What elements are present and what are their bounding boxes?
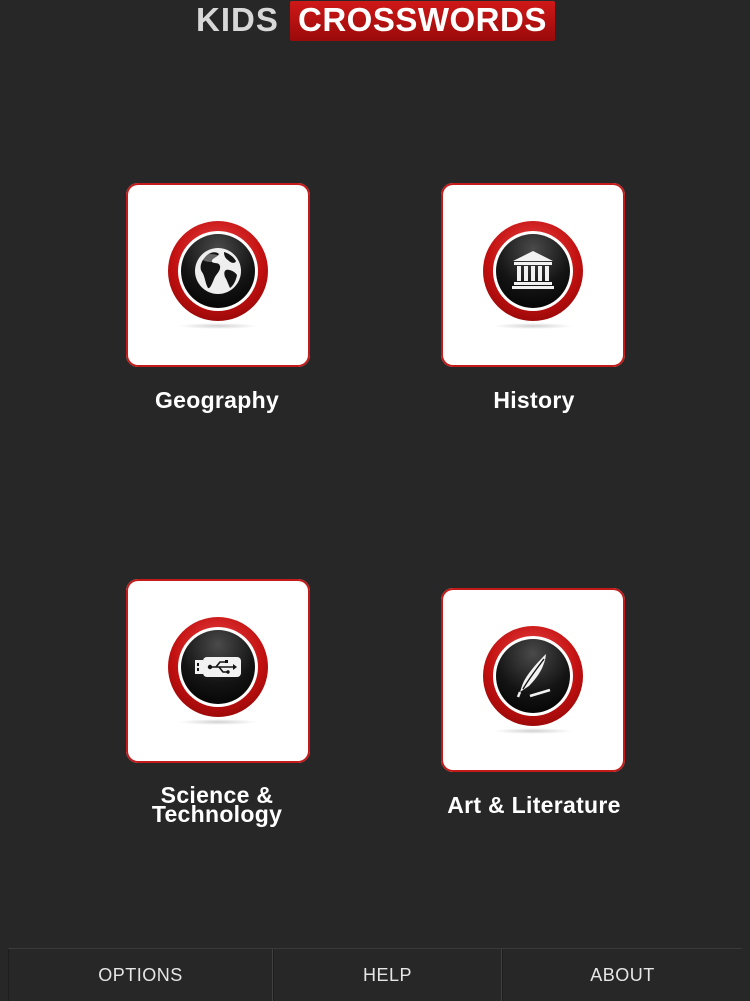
app-header: KIDS CROSSWORDS <box>0 0 750 46</box>
history-tile[interactable] <box>441 183 625 367</box>
science-technology-label-line2: Technology <box>151 801 283 827</box>
quill-pen-icon <box>516 654 551 698</box>
science-technology-tile[interactable] <box>126 579 310 763</box>
science-technology-label[interactable]: Science & Technology <box>87 784 347 827</box>
science-technology-badge <box>168 617 268 717</box>
geography-tile[interactable] <box>126 183 310 367</box>
app-title-crosswords: CROSSWORDS <box>290 1 555 41</box>
usb-drive-icon <box>195 657 241 677</box>
about-button[interactable]: ABOUT <box>502 949 742 1001</box>
app-title-kids: KIDS <box>196 1 279 38</box>
history-label[interactable]: History <box>404 388 664 412</box>
geography-badge <box>168 221 268 321</box>
art-literature-badge <box>483 626 583 726</box>
art-literature-label[interactable]: Art & Literature <box>404 793 664 817</box>
options-button[interactable]: OPTIONS <box>8 949 273 1001</box>
help-button[interactable]: HELP <box>273 949 502 1001</box>
globe-icon <box>195 248 241 294</box>
bottom-nav-bar: OPTIONS HELP ABOUT <box>8 948 742 1001</box>
geography-label[interactable]: Geography <box>87 388 347 412</box>
museum-icon <box>512 251 554 289</box>
art-literature-tile[interactable] <box>441 588 625 772</box>
history-badge <box>483 221 583 321</box>
